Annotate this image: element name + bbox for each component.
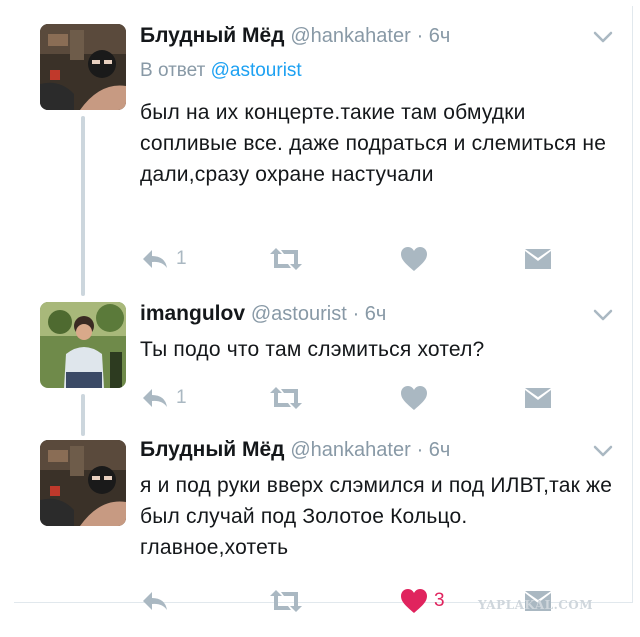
timestamp[interactable]: · 6ч — [353, 303, 387, 325]
tweet-text: Ты подо что там слэмиться хотел? — [140, 338, 485, 361]
chevron-down-icon[interactable] — [592, 308, 614, 322]
like-count: 3 — [434, 590, 445, 611]
watermark: YAPLAKAL.COM — [478, 598, 594, 612]
like-button[interactable]: 3 — [400, 586, 445, 616]
reply-icon — [143, 389, 167, 407]
heart-icon — [401, 247, 427, 271]
display-name[interactable]: imangulov — [140, 302, 245, 325]
chevron-down-icon[interactable] — [592, 30, 614, 44]
avatar[interactable] — [40, 302, 126, 388]
heart-icon — [401, 386, 427, 410]
tweet-text: я и под руки вверх слэмился и под ИЛВТ,т… — [140, 474, 613, 559]
chevron-down-icon[interactable] — [592, 444, 614, 458]
retweet-icon — [270, 590, 302, 612]
envelope-icon — [525, 249, 551, 269]
reply-button[interactable]: 1 — [140, 383, 187, 413]
tweet-header: Блудный Мёд @hankahater · 6ч — [140, 24, 450, 48]
reply-count: 1 — [176, 387, 187, 408]
avatar[interactable] — [40, 24, 126, 110]
avatar[interactable] — [40, 440, 126, 526]
reply-button[interactable] — [140, 586, 176, 616]
retweet-icon — [270, 387, 302, 409]
tweet-actions: 1 — [140, 383, 600, 413]
reply-icon — [143, 592, 167, 610]
display-name[interactable]: Блудный Мёд — [140, 24, 285, 47]
reply-prefix: В ответ — [140, 60, 206, 81]
tweet-header: Блудный Мёд @hankahater · 6ч — [140, 438, 450, 462]
handle[interactable]: @astourist — [251, 303, 347, 325]
tweet-text: был на их концерте.такие там обмудки соп… — [140, 101, 607, 186]
timestamp[interactable]: · 6ч — [417, 25, 451, 47]
reply-icon — [143, 250, 167, 268]
handle[interactable]: @hankahater — [290, 439, 410, 461]
timestamp[interactable]: · 6ч — [417, 439, 451, 461]
thread-line — [81, 116, 85, 296]
tweet-actions: 1 — [140, 244, 600, 274]
like-button[interactable] — [400, 383, 434, 413]
retweet-icon — [270, 248, 302, 270]
handle[interactable]: @hankahater — [290, 25, 410, 47]
tweet-header: imangulov @astourist · 6ч — [140, 302, 386, 326]
envelope-icon — [525, 388, 551, 408]
like-button[interactable] — [400, 244, 434, 274]
retweet-button[interactable] — [268, 586, 304, 616]
reply-handle-link[interactable]: @astourist — [211, 60, 302, 81]
dm-button[interactable] — [523, 383, 553, 413]
display-name[interactable]: Блудный Мёд — [140, 438, 285, 461]
retweet-button[interactable] — [268, 244, 304, 274]
reply-button[interactable]: 1 — [140, 244, 187, 274]
reply-context: В ответ @astourist — [140, 60, 302, 82]
dm-button[interactable] — [523, 244, 553, 274]
retweet-button[interactable] — [268, 383, 304, 413]
thread-line — [81, 394, 85, 436]
reply-count: 1 — [176, 248, 187, 269]
heart-icon — [401, 589, 427, 613]
